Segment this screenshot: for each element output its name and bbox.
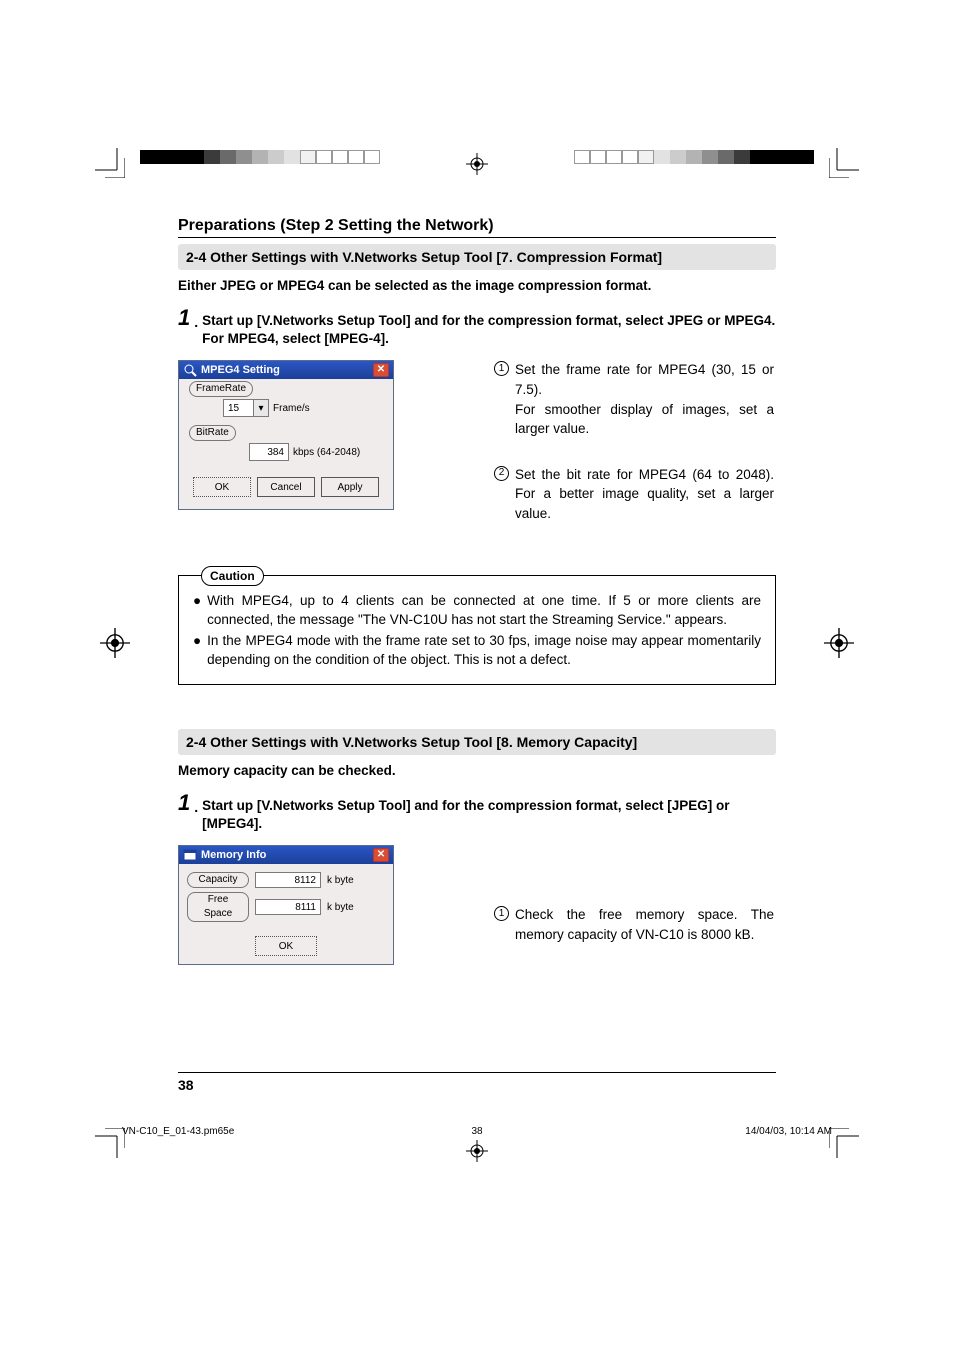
caution-item-2: ●In the MPEG4 mode with the frame rate s… <box>193 632 761 670</box>
section-bar-memory: 2-4 Other Settings with V.Networks Setup… <box>178 729 776 755</box>
ok-button-2[interactable]: OK <box>255 936 317 956</box>
step-number: 1 <box>178 307 190 348</box>
footer-filename: VN-C10_E_01-43.pm65e <box>122 1126 234 1137</box>
registration-top <box>0 150 954 180</box>
capacity-unit: k byte <box>327 875 354 886</box>
framerate-unit: Frame/s <box>273 403 310 414</box>
bitrate-input[interactable]: 384 <box>249 443 289 461</box>
callout-1-icon: 1 <box>494 361 509 376</box>
bitrate-unit: kbps (64-2048) <box>293 447 360 458</box>
bitrate-label: BitRate <box>189 425 236 441</box>
registration-mark-bottom <box>466 1140 488 1162</box>
step-dot: . <box>194 313 198 348</box>
close-icon-2[interactable]: ✕ <box>373 848 389 862</box>
magnifier-icon <box>183 363 197 377</box>
close-icon[interactable]: ✕ <box>373 363 389 377</box>
crop-mark-br <box>829 1128 859 1158</box>
dialog-titlebar[interactable]: MPEG4 Setting ✕ <box>179 361 393 379</box>
chevron-down-icon[interactable]: ▾ <box>253 400 268 416</box>
freespace-row: Free Space 8111 k byte <box>187 892 385 922</box>
cancel-button[interactable]: Cancel <box>257 477 315 497</box>
lead-text-b: Memory capacity can be checked. <box>178 763 776 778</box>
memory-note-text: Check the free memory space. The memory … <box>515 905 774 944</box>
content-area: Preparations (Step 2 Setting the Network… <box>178 217 776 971</box>
crop-mark-tr <box>829 148 859 178</box>
note-2-text: Set the bit rate for MPEG4 (64 to 2048).… <box>515 465 774 524</box>
heading-rule <box>178 237 776 238</box>
dialog-title: MPEG4 Setting <box>201 364 280 376</box>
footer-timestamp: 14/04/03, 10:14 AM <box>745 1126 832 1137</box>
apply-button[interactable]: Apply <box>321 477 379 497</box>
memory-note-1: 1 Check the free memory space. The memor… <box>494 905 774 944</box>
capacity-row: Capacity 8112 k byte <box>187 872 385 888</box>
mpeg4-notes: 1 Set the frame rate for MPEG4 (30, 15 o… <box>494 360 774 549</box>
capacity-value: 8112 <box>255 872 321 888</box>
step-1b: 1 . Start up [V.Networks Setup Tool] and… <box>178 792 776 833</box>
callout-2-icon: 2 <box>494 466 509 481</box>
page: Preparations (Step 2 Setting the Network… <box>0 0 954 1351</box>
lead-text-a: Either JPEG or MPEG4 can be selected as … <box>178 278 776 293</box>
framerate-value: 15 <box>228 403 239 414</box>
mpeg4-setting-dialog: MPEG4 Setting ✕ FrameRate 15 ▾ <box>178 360 394 510</box>
callout-1b-icon: 1 <box>494 906 509 921</box>
caution-item-1: ●With MPEG4, up to 4 clients can be conn… <box>193 592 761 630</box>
dialog-titlebar-2[interactable]: Memory Info ✕ <box>179 846 393 864</box>
framerate-label: FrameRate <box>189 381 253 397</box>
caution-label: Caution <box>201 566 264 586</box>
bitrate-group: BitRate 384 kbps (64-2048) <box>189 433 383 463</box>
step-text-b: Start up [V.Networks Setup Tool] and for… <box>202 797 776 833</box>
memory-notes: 1 Check the free memory space. The memor… <box>494 905 774 970</box>
framerate-group: FrameRate 15 ▾ Frame/s <box>189 389 383 419</box>
footer: VN-C10_E_01-43.pm65e 38 14/04/03, 10:14 … <box>122 1126 832 1137</box>
step-text: Start up [V.Networks Setup Tool] and for… <box>202 312 776 348</box>
footer-page: 38 <box>471 1126 482 1137</box>
page-number: 38 <box>178 1077 194 1093</box>
memory-row: Memory Info ✕ Capacity 8112 k byte Free … <box>178 845 776 970</box>
color-bar-right <box>574 150 814 164</box>
mpeg4-row: MPEG4 Setting ✕ FrameRate 15 ▾ <box>178 360 776 549</box>
step-1a: 1 . Start up [V.Networks Setup Tool] and… <box>178 307 776 348</box>
window-icon <box>183 849 197 861</box>
caution-box: Caution ●With MPEG4, up to 4 clients can… <box>178 575 776 685</box>
ok-button[interactable]: OK <box>193 477 251 497</box>
registration-mark-right <box>824 628 854 658</box>
note-1: 1 Set the frame rate for MPEG4 (30, 15 o… <box>494 360 774 438</box>
freespace-unit: k byte <box>327 902 354 913</box>
page-number-rule <box>178 1072 776 1073</box>
crop-mark-tl <box>95 148 125 178</box>
note-1-text: Set the frame rate for MPEG4 (30, 15 or … <box>515 360 774 438</box>
framerate-dropdown[interactable]: 15 ▾ <box>223 399 269 417</box>
step-number-b: 1 <box>178 792 190 833</box>
crop-mark-bl <box>95 1128 125 1158</box>
freespace-value: 8111 <box>255 899 321 915</box>
memory-info-dialog: Memory Info ✕ Capacity 8112 k byte Free … <box>178 845 394 965</box>
registration-mark-left <box>100 628 130 658</box>
color-bar-left <box>140 150 380 164</box>
freespace-label: Free Space <box>187 892 249 922</box>
registration-mark-icon <box>466 153 488 175</box>
note-2: 2 Set the bit rate for MPEG4 (64 to 2048… <box>494 465 774 524</box>
section-bar-compression: 2-4 Other Settings with V.Networks Setup… <box>178 244 776 270</box>
capacity-label: Capacity <box>187 872 249 888</box>
page-heading: Preparations (Step 2 Setting the Network… <box>178 217 776 235</box>
dialog-title-2: Memory Info <box>201 849 266 861</box>
